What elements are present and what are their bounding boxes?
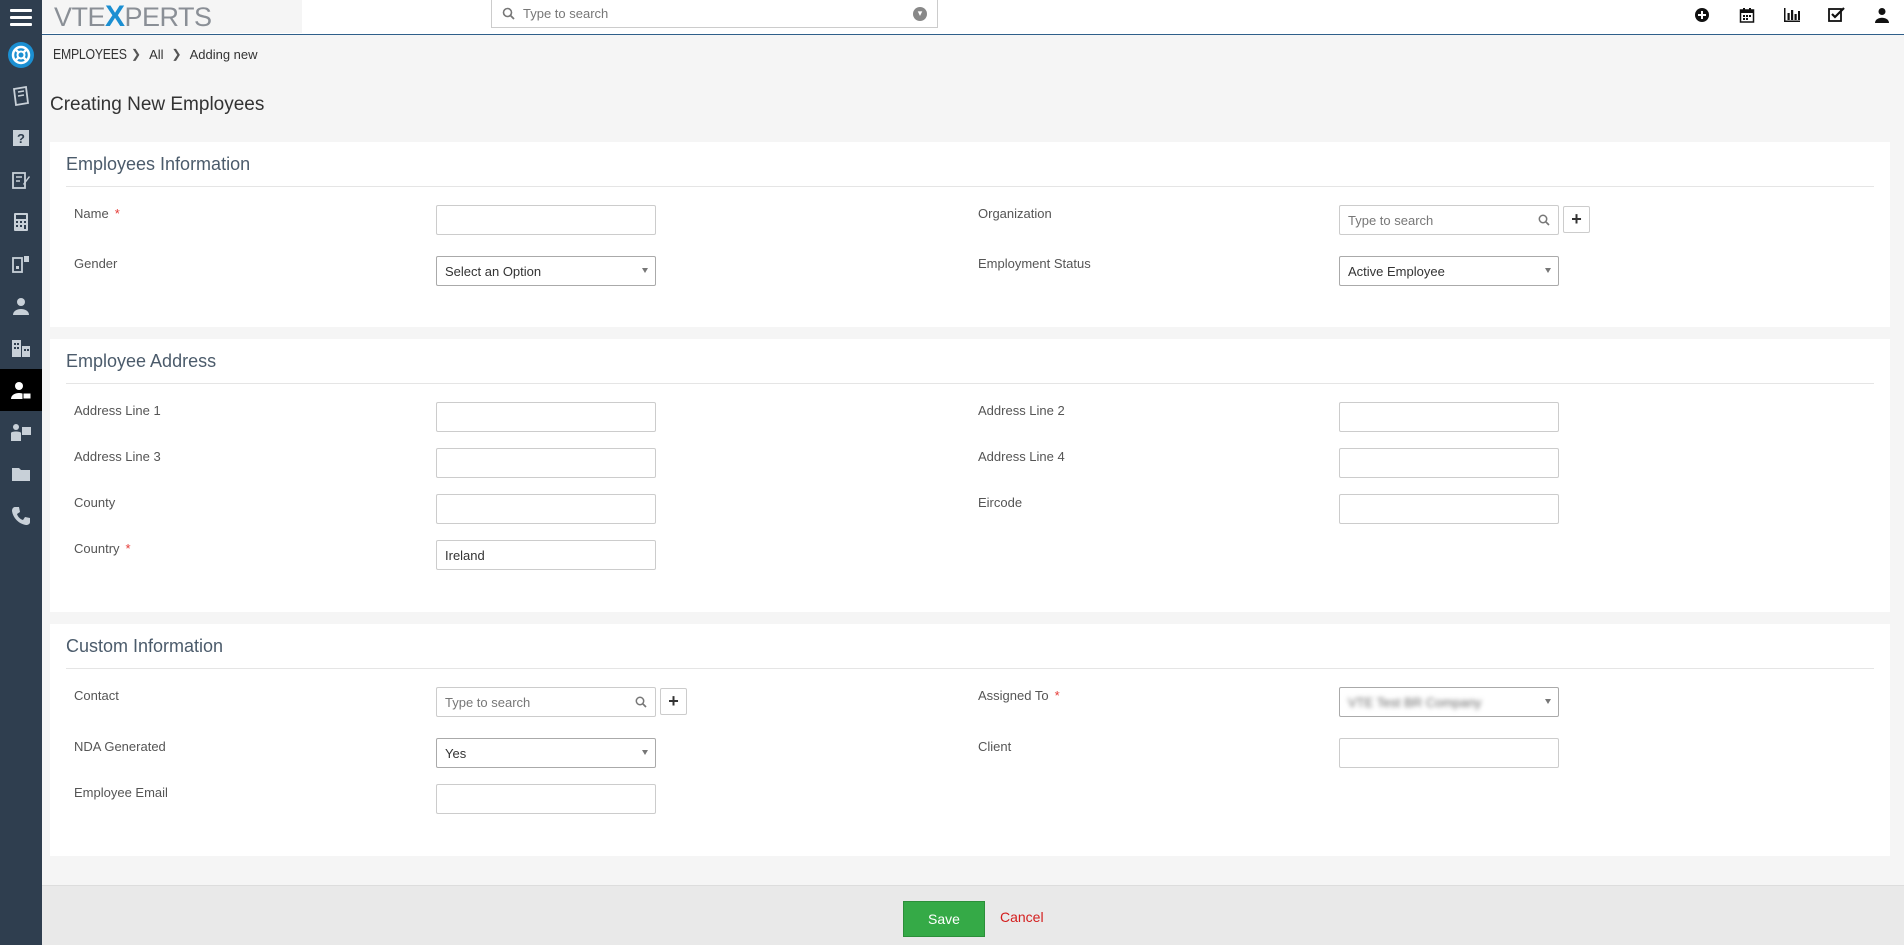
form-footer: Save Cancel: [42, 885, 1904, 945]
top-bar: VTEXPERTS Type to search ▾: [0, 0, 1904, 35]
name-input[interactable]: [436, 205, 656, 235]
employee-email-input[interactable]: [436, 784, 656, 814]
divider: [66, 186, 1874, 187]
search-icon[interactable]: [1538, 214, 1550, 226]
address-line-4-label: Address Line 4: [978, 449, 1065, 464]
contact-label: Contact: [74, 688, 119, 703]
employees-icon[interactable]: [0, 369, 42, 411]
address-line-4-input[interactable]: [1339, 448, 1559, 478]
cancel-link[interactable]: Cancel: [1000, 909, 1044, 925]
address-line-3-label: Address Line 3: [74, 449, 161, 464]
projects-icon[interactable]: [0, 243, 42, 285]
dropdown-arrow-icon: [1545, 268, 1551, 273]
address-line-3-input[interactable]: [436, 448, 656, 478]
nda-generated-select[interactable]: Yes: [436, 738, 656, 768]
employee-address-block: Employee Address Address Line 1 Address …: [50, 339, 1890, 612]
edit-icon[interactable]: [0, 159, 42, 201]
chevron-right-icon: ❯: [131, 47, 142, 61]
lifesaver-icon[interactable]: [0, 35, 42, 75]
employees-information-block: Employees Information Name * Organization…: [50, 142, 1890, 327]
address-line-2-input[interactable]: [1339, 402, 1559, 432]
employment-status-label: Employment Status: [978, 256, 1091, 271]
breadcrumb-module[interactable]: EMPLOYEES: [53, 46, 127, 63]
nda-generated-label: NDA Generated: [74, 739, 166, 754]
chevron-down-icon[interactable]: ▾: [913, 6, 927, 21]
assigned-to-select[interactable]: VTE Test BR Company: [1339, 687, 1559, 717]
client-label: Client: [978, 739, 1012, 754]
search-icon: [502, 7, 515, 20]
address-line-1-input[interactable]: [436, 402, 656, 432]
search-icon[interactable]: [635, 696, 647, 708]
eircode-label: Eircode: [978, 495, 1023, 510]
faq-icon[interactable]: ?: [0, 117, 42, 159]
block-title: Custom Information: [66, 636, 224, 656]
add-organization-button[interactable]: +: [1563, 206, 1590, 233]
divider: [66, 668, 1874, 669]
county-label: County: [74, 495, 116, 510]
block-title: Employee Address: [66, 351, 217, 371]
dropdown-arrow-icon: [642, 268, 648, 273]
dropdown-arrow-icon: [642, 750, 648, 755]
contact-icon[interactable]: [0, 285, 42, 327]
documents-icon[interactable]: [0, 453, 42, 495]
global-search-placeholder: Type to search: [523, 6, 609, 21]
address-line-2-label: Address Line 2: [978, 403, 1065, 418]
bar-chart-icon[interactable]: [1769, 7, 1814, 23]
name-label: Name *: [74, 206, 120, 221]
county-input[interactable]: [436, 494, 656, 524]
country-label: Country *: [74, 541, 131, 556]
breadcrumb: EMPLOYEES ❯ All ❯ Adding new: [42, 36, 1904, 72]
organizations-icon[interactable]: [0, 327, 42, 369]
gender-label: Gender: [74, 256, 118, 271]
calculator-icon[interactable]: [0, 201, 42, 243]
block-title: Employees Information: [66, 154, 251, 174]
calendar-icon[interactable]: [1724, 7, 1769, 23]
custom-information-block: Custom Information Contact Type to searc…: [50, 624, 1890, 856]
plus-circle-icon[interactable]: [1679, 7, 1724, 23]
breadcrumb-all[interactable]: All: [149, 47, 163, 62]
menu-icon[interactable]: [0, 0, 42, 35]
employment-status-select[interactable]: Active Employee: [1339, 256, 1559, 286]
gender-select[interactable]: Select an Option: [436, 256, 656, 286]
address-line-1-label: Address Line 1: [74, 403, 161, 418]
sidebar: ?: [0, 35, 42, 945]
country-input[interactable]: Ireland: [436, 540, 656, 570]
svg-text:?: ?: [17, 131, 25, 146]
checkbox-icon[interactable]: [1814, 7, 1859, 23]
phone-icon[interactable]: [0, 495, 42, 537]
organization-label: Organization: [978, 206, 1052, 221]
global-search-input[interactable]: Type to search ▾: [491, 0, 938, 28]
contact-search-input[interactable]: Type to search: [436, 687, 656, 717]
client-input[interactable]: [1339, 738, 1559, 768]
add-contact-button[interactable]: +: [660, 688, 687, 715]
organization-search-input[interactable]: Type to search: [1339, 205, 1559, 235]
eircode-input[interactable]: [1339, 494, 1559, 524]
employee-email-label: Employee Email: [74, 785, 168, 800]
vendors-icon[interactable]: [0, 411, 42, 453]
breadcrumb-current: Adding new: [189, 46, 258, 62]
tickets-icon[interactable]: [0, 75, 42, 117]
chevron-right-icon: ❯: [171, 47, 182, 61]
assigned-to-label: Assigned To *: [978, 688, 1060, 703]
user-icon[interactable]: [1859, 7, 1904, 23]
logo[interactable]: VTEXPERTS: [42, 0, 302, 33]
save-button[interactable]: Save: [903, 901, 985, 937]
dropdown-arrow-icon: [1545, 699, 1551, 704]
page-title: Creating New Employees: [50, 94, 265, 115]
divider: [66, 383, 1874, 384]
